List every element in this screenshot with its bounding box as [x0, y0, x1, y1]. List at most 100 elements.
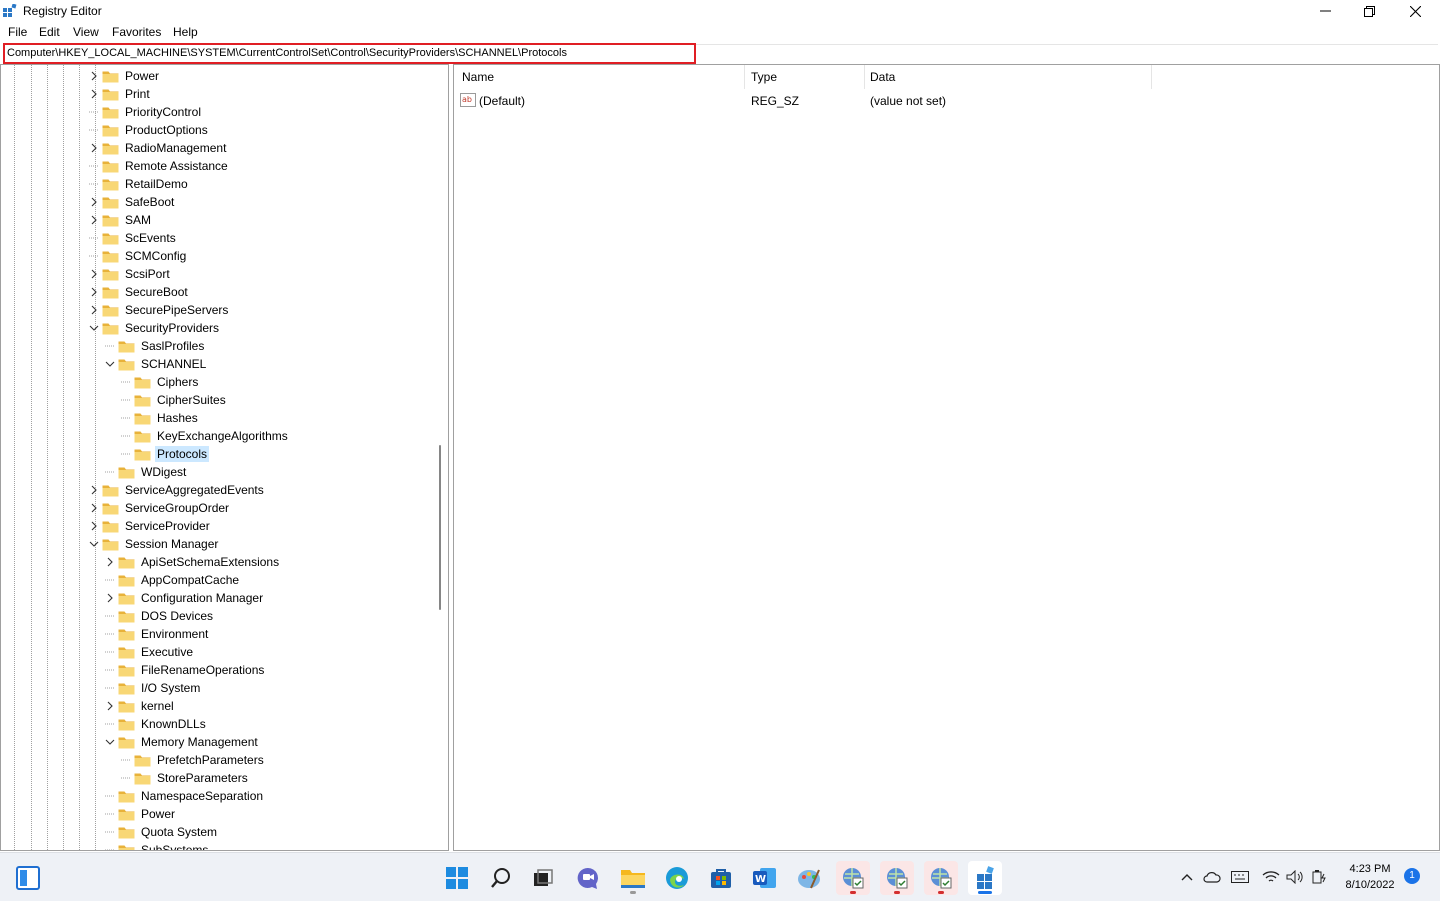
restore-button[interactable] — [1346, 0, 1392, 22]
tree-item-dos-devices[interactable]: DOS Devices — [105, 607, 215, 625]
network-button[interactable] — [1261, 853, 1281, 901]
tree-item-wdigest[interactable]: WDigest — [105, 463, 188, 481]
file-explorer-button[interactable] — [616, 861, 650, 895]
paint-button[interactable] — [792, 861, 826, 895]
tree-item-apisetschemaextensions[interactable]: ApiSetSchemaExtensions — [105, 553, 281, 571]
chevron-right-icon[interactable] — [89, 485, 99, 495]
column-header-data[interactable]: Data — [870, 70, 895, 84]
tree-item-prioritycontrol[interactable]: PriorityControl — [89, 103, 203, 121]
menu-file[interactable]: File — [8, 25, 27, 39]
chevron-down-icon[interactable] — [105, 737, 115, 747]
address-path-input[interactable]: Computer\HKEY_LOCAL_MACHINE\SYSTEM\Curre… — [3, 43, 696, 64]
tree-item-storeparameters[interactable]: StoreParameters — [121, 769, 250, 787]
tree-item-scsiport[interactable]: ScsiPort — [89, 265, 172, 283]
store-button[interactable] — [704, 861, 738, 895]
close-button[interactable] — [1392, 0, 1438, 22]
tree-item-namespaceseparation[interactable]: NamespaceSeparation — [105, 787, 265, 805]
chat-button[interactable] — [571, 861, 605, 895]
registry-key-tree[interactable]: Power Print PriorityControl ProductOptions R… — [0, 64, 449, 851]
tree-item-environment[interactable]: Environment — [105, 625, 210, 643]
edge-button[interactable] — [660, 861, 694, 895]
tree-item-serviceprovider[interactable]: ServiceProvider — [89, 517, 212, 535]
menu-favorites[interactable]: Favorites — [112, 25, 161, 39]
tree-item-securepipeservers[interactable]: SecurePipeServers — [89, 301, 230, 319]
menu-help[interactable]: Help — [173, 25, 198, 39]
tree-item-retaildemo[interactable]: RetailDemo — [89, 175, 190, 193]
column-divider[interactable] — [744, 65, 745, 89]
chevron-down-icon[interactable] — [89, 539, 99, 549]
tree-item-power[interactable]: Power — [105, 805, 177, 823]
tree-item-hashes[interactable]: Hashes — [121, 409, 200, 427]
battery-button[interactable] — [1309, 853, 1329, 901]
chevron-right-icon[interactable] — [105, 557, 115, 567]
show-hidden-icons-button[interactable] — [1178, 853, 1196, 901]
word-button[interactable]: W — [748, 861, 782, 895]
tree-item-configuration-manager[interactable]: Configuration Manager — [105, 589, 265, 607]
column-divider[interactable] — [864, 65, 865, 89]
start-button[interactable] — [440, 861, 474, 895]
notification-badge[interactable]: 1 — [1404, 868, 1420, 884]
tree-item-power[interactable]: Power — [89, 67, 161, 85]
remote-app-2-button[interactable] — [880, 861, 914, 895]
tree-item-sam[interactable]: SAM — [89, 211, 153, 229]
tree-item-filerenameoperations[interactable]: FileRenameOperations — [105, 661, 266, 679]
tree-item-ciphersuites[interactable]: CipherSuites — [121, 391, 228, 409]
tree-item-knowndlls[interactable]: KnownDLLs — [105, 715, 208, 733]
registry-editor-button[interactable] — [968, 861, 1002, 895]
tree-scrollbar-thumb[interactable] — [439, 445, 441, 610]
chevron-right-icon[interactable] — [89, 89, 99, 99]
tree-item-print[interactable]: Print — [89, 85, 152, 103]
tree-item-session-manager[interactable]: Session Manager — [89, 535, 220, 553]
onedrive-button[interactable] — [1201, 853, 1223, 901]
tree-item-scevents[interactable]: ScEvents — [89, 229, 178, 247]
tree-item-serviceaggregatedevents[interactable]: ServiceAggregatedEvents — [89, 481, 266, 499]
tree-item-memory-management[interactable]: Memory Management — [105, 733, 260, 751]
volume-button[interactable] — [1285, 853, 1305, 901]
task-view-button[interactable] — [526, 861, 560, 895]
tree-item-radiomanagement[interactable]: RadioManagement — [89, 139, 228, 157]
tree-item-kernel[interactable]: kernel — [105, 697, 176, 715]
chevron-down-icon[interactable] — [105, 359, 115, 369]
tree-item-subsystems[interactable]: SubSystems — [105, 841, 210, 850]
tree-item-prefetchparameters[interactable]: PrefetchParameters — [121, 751, 266, 769]
chevron-right-icon[interactable] — [89, 305, 99, 315]
value-row[interactable]: ab (Default) REG_SZ (value not set) — [454, 91, 1439, 111]
chevron-right-icon[interactable] — [89, 143, 99, 153]
minimize-button[interactable] — [1302, 0, 1348, 22]
chevron-right-icon[interactable] — [89, 503, 99, 513]
tree-item-i-o-system[interactable]: I/O System — [105, 679, 202, 697]
tree-item-remote-assistance[interactable]: Remote Assistance — [89, 157, 230, 175]
clock[interactable]: 4:23 PM 8/10/2022 — [1330, 861, 1410, 893]
tree-item-securityproviders[interactable]: SecurityProviders — [89, 319, 221, 337]
tree-item-keyexchangealgorithms[interactable]: KeyExchangeAlgorithms — [121, 427, 290, 445]
tree-item-productoptions[interactable]: ProductOptions — [89, 121, 210, 139]
tree-item-ciphers[interactable]: Ciphers — [121, 373, 200, 391]
chevron-down-icon[interactable] — [89, 323, 99, 333]
tree-item-appcompatcache[interactable]: AppCompatCache — [105, 571, 241, 589]
chevron-right-icon[interactable] — [89, 269, 99, 279]
tree-item-schannel[interactable]: SCHANNEL — [105, 355, 208, 373]
column-header-type[interactable]: Type — [751, 70, 777, 84]
tree-item-servicegrouporder[interactable]: ServiceGroupOrder — [89, 499, 231, 517]
tree-scrollbar[interactable] — [434, 65, 448, 850]
chevron-right-icon[interactable] — [89, 197, 99, 207]
column-header-name[interactable]: Name — [462, 70, 494, 84]
tree-item-safeboot[interactable]: SafeBoot — [89, 193, 176, 211]
tree-item-quota-system[interactable]: Quota System — [105, 823, 219, 841]
tree-item-secureboot[interactable]: SecureBoot — [89, 283, 190, 301]
registry-values-list[interactable]: Name Type Data ab (Default) REG_SZ (valu… — [453, 64, 1440, 851]
address-bar-extension[interactable] — [696, 44, 1438, 63]
menu-edit[interactable]: Edit — [39, 25, 60, 39]
chevron-right-icon[interactable] — [105, 593, 115, 603]
tree-item-saslprofiles[interactable]: SaslProfiles — [105, 337, 206, 355]
tree-item-executive[interactable]: Executive — [105, 643, 195, 661]
remote-app-3-button[interactable] — [924, 861, 958, 895]
chevron-right-icon[interactable] — [105, 701, 115, 711]
search-button[interactable] — [484, 861, 518, 895]
remote-app-1-button[interactable] — [836, 861, 870, 895]
chevron-right-icon[interactable] — [89, 71, 99, 81]
menu-view[interactable]: View — [73, 25, 99, 39]
tree-item-protocols[interactable]: Protocols — [121, 445, 210, 463]
column-divider[interactable] — [1151, 65, 1152, 89]
chevron-right-icon[interactable] — [89, 215, 99, 225]
